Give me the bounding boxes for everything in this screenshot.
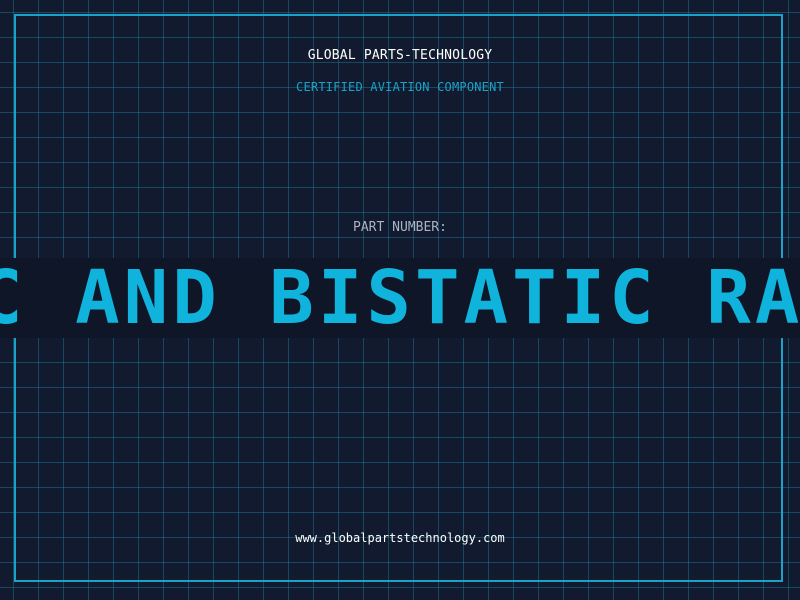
certification-subtitle: CERTIFIED AVIATION COMPONENT [296, 80, 504, 94]
company-name: GLOBAL PARTS-TECHNOLOGY [307, 48, 493, 63]
part-number-band: C AND BISTATIC RADA [0, 258, 800, 338]
part-number-label: PART NUMBER: [353, 220, 447, 235]
part-number-value: C AND BISTATIC RADA [0, 258, 800, 338]
website-url: www.globalpartstechnology.com [295, 531, 505, 545]
certificate-card: GLOBAL PARTS-TECHNOLOGY CERTIFIED AVIATI… [0, 0, 800, 600]
